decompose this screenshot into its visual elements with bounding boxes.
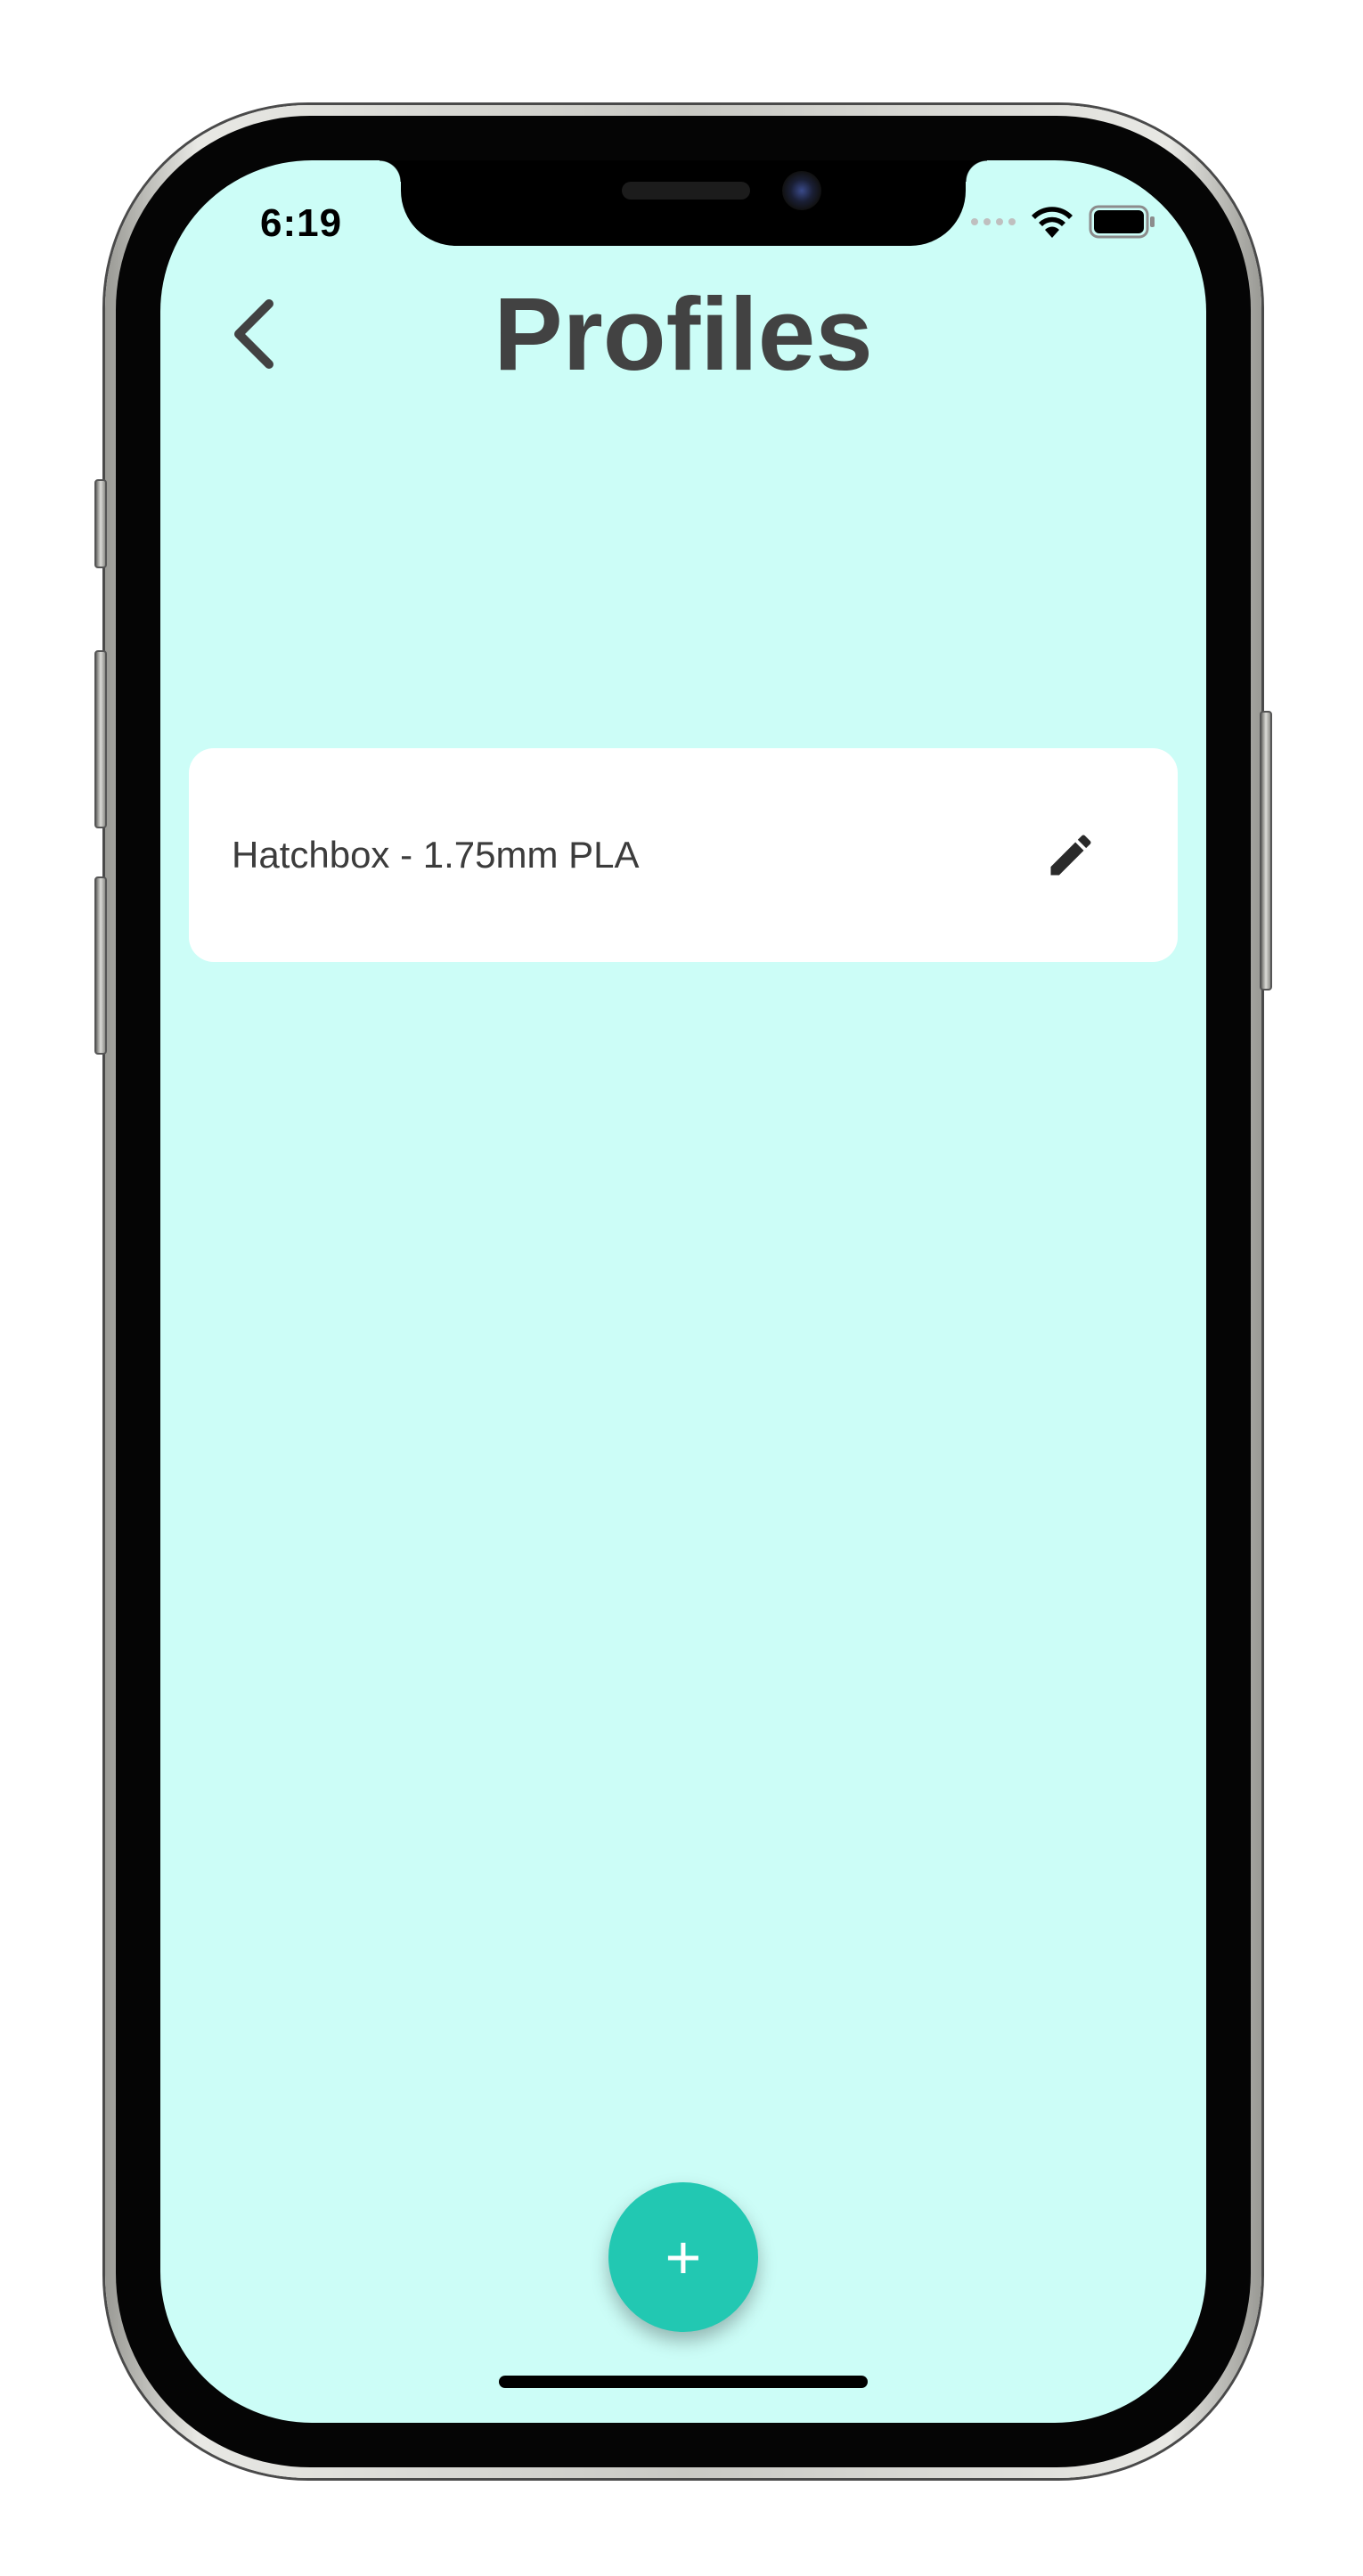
mute-switch	[94, 479, 107, 568]
app-screen: 6:19 Profiles Hatchbox - 1.75mm PLA +	[160, 160, 1206, 2423]
page-header: Profiles	[160, 276, 1206, 392]
notch	[380, 160, 987, 246]
pencil-edit-icon	[1050, 835, 1091, 876]
volume-up-button	[94, 650, 107, 828]
add-profile-button[interactable]: +	[608, 2182, 758, 2332]
power-button	[1260, 711, 1272, 990]
wifi-icon	[1032, 207, 1073, 238]
status-time: 6:19	[260, 201, 343, 245]
profile-list-item[interactable]: Hatchbox - 1.75mm PLA	[189, 748, 1178, 962]
status-icons	[971, 200, 1156, 244]
front-camera	[782, 171, 821, 210]
plus-icon: +	[665, 2222, 702, 2292]
home-indicator[interactable]	[499, 2376, 868, 2388]
battery-icon	[1089, 205, 1155, 239]
earpiece-speaker	[622, 182, 750, 200]
edit-profile-button[interactable]	[1039, 823, 1103, 887]
profile-name: Hatchbox - 1.75mm PLA	[232, 834, 640, 876]
signal-dots-icon	[971, 218, 1016, 225]
page-title: Profiles	[494, 276, 873, 392]
volume-down-button	[94, 876, 107, 1055]
